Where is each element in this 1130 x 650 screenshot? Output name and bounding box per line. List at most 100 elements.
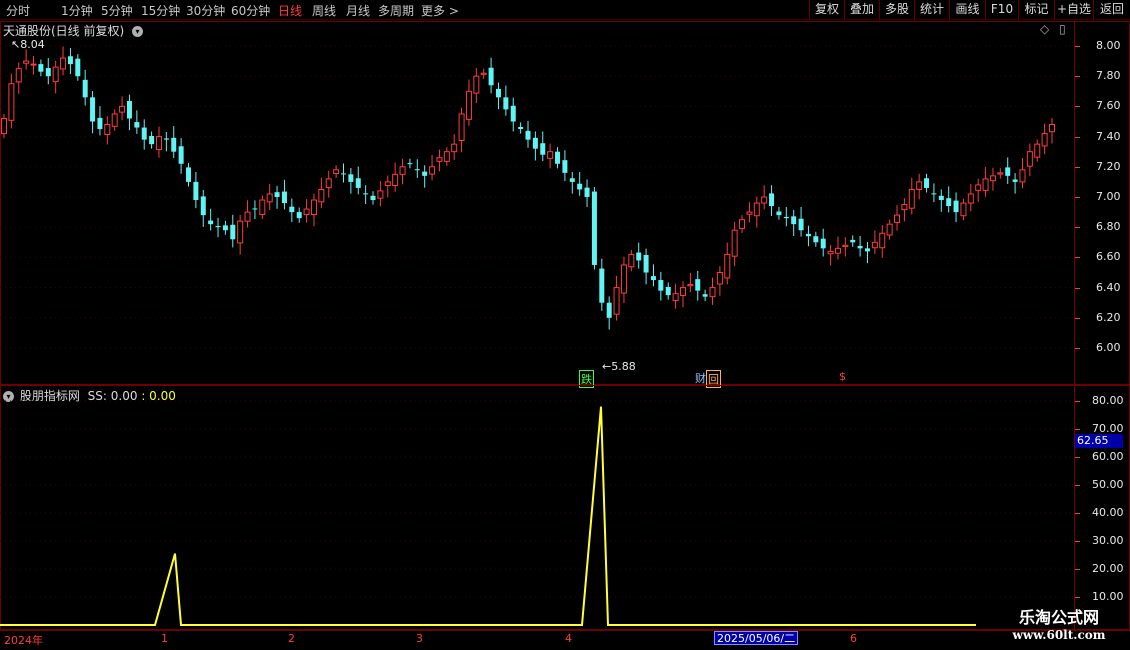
candle-body [38,64,44,72]
candle-body [967,193,974,204]
candle-body [510,105,516,122]
candle [208,208,214,231]
layout-icon[interactable]: ▯ [1059,22,1066,36]
diamond-icon[interactable]: ◇ [1040,22,1049,36]
restore-rights-button[interactable]: 复权 [809,0,844,20]
candle-body [348,174,354,182]
flag-drop[interactable]: 跌 [579,370,594,388]
tab-1min[interactable]: 1分钟 [61,2,93,19]
tab-daily[interactable]: 日线 [278,2,302,19]
tab-multi-period[interactable]: 多周期 [378,2,414,19]
tab-more[interactable]: 更多 > [421,2,459,19]
candle [702,289,708,302]
candle [363,185,369,204]
candle-body [289,206,295,213]
statistics-button[interactable]: 统计 [914,0,949,20]
watermark: 乐淘公式网 www.60lt.com [994,604,1124,642]
candle-body [377,190,384,199]
candle-body [820,238,826,249]
tab-monthly[interactable]: 月线 [346,2,370,19]
indicator-tick-label: 40.00 [1092,506,1124,519]
back-button[interactable]: 返回 [1093,0,1130,20]
candle-body [879,232,886,249]
overlay-button[interactable]: 叠加 [844,0,879,20]
candle-body [60,57,67,70]
candle-body [1026,151,1033,167]
mark-button[interactable]: 标记 [1018,0,1054,20]
candle-body [392,173,399,187]
candle [503,85,509,116]
candle-body [1,117,7,135]
candle [613,275,620,321]
candle-body [761,196,768,204]
candle [215,217,221,238]
candle-body [252,208,258,210]
flag-return[interactable]: 回 [706,370,721,388]
candle [805,225,811,247]
pane-settings[interactable]: ◇ ▯ [1040,22,1066,36]
add-favorite-button[interactable]: +自选 [1054,0,1093,20]
candle [842,237,849,257]
price-tick-mark [1075,227,1080,229]
candle [465,79,472,126]
candle-body [126,100,132,119]
candle [237,214,244,255]
candle [392,162,399,192]
price-tick-label: 7.00 [1096,190,1121,203]
candle-body [894,214,901,223]
candle [451,134,458,160]
candle-body [569,178,575,182]
flag-dollar[interactable]: $ [838,370,847,383]
candle-body [215,225,221,228]
candle [953,192,959,223]
candle [414,159,420,178]
candle-body [480,72,487,75]
tab-time-share[interactable]: 分时 [6,2,30,19]
multi-stock-button[interactable]: 多股 [879,0,914,20]
price-tick-mark [1075,46,1080,47]
candle-body [1041,133,1048,147]
candle-body [687,284,694,287]
candle-body [67,56,73,65]
watermark-url: www.60lt.com [1012,628,1106,642]
price-tick-label: 7.40 [1096,129,1121,143]
cursor-date-badge: 2025/05/06/二 [714,631,799,645]
candle [1026,143,1033,177]
tab-60min[interactable]: 60分钟 [231,2,270,19]
price-tick-mark [1075,166,1080,168]
candle [731,222,738,267]
tab-weekly[interactable]: 周线 [312,2,336,19]
candle-body [237,220,244,244]
candle-body [155,136,162,151]
candle-body [15,68,22,83]
arrow-left-icon: ← [602,360,612,373]
candle [355,166,361,195]
candle [776,206,782,220]
candle-body [30,63,37,66]
draw-line-button[interactable]: 画线 [949,0,985,20]
candle-body [997,172,1004,175]
tab-5min[interactable]: 5分钟 [101,2,133,19]
candle [924,173,930,193]
candle [422,165,428,188]
kline-chart[interactable] [0,36,1074,386]
tab-15min[interactable]: 15分钟 [141,2,180,19]
candle-body [613,287,620,315]
candle [599,258,605,311]
candle-body [776,211,782,216]
indicator-chart[interactable] [0,400,1074,630]
candle-body [679,287,686,296]
price-tick-mark [1075,317,1080,319]
candle [193,171,199,209]
candle-body [422,171,428,176]
candle-body [90,97,96,122]
candle [325,170,332,198]
time-label-jun: 6 [850,632,857,645]
candle [1012,173,1018,194]
candle-body [620,264,627,294]
candle-body [45,68,51,77]
price-tick-mark [1075,197,1080,198]
f10-button[interactable]: F10 [985,0,1018,20]
tab-30min[interactable]: 30分钟 [186,2,225,19]
candle-body [495,88,501,98]
